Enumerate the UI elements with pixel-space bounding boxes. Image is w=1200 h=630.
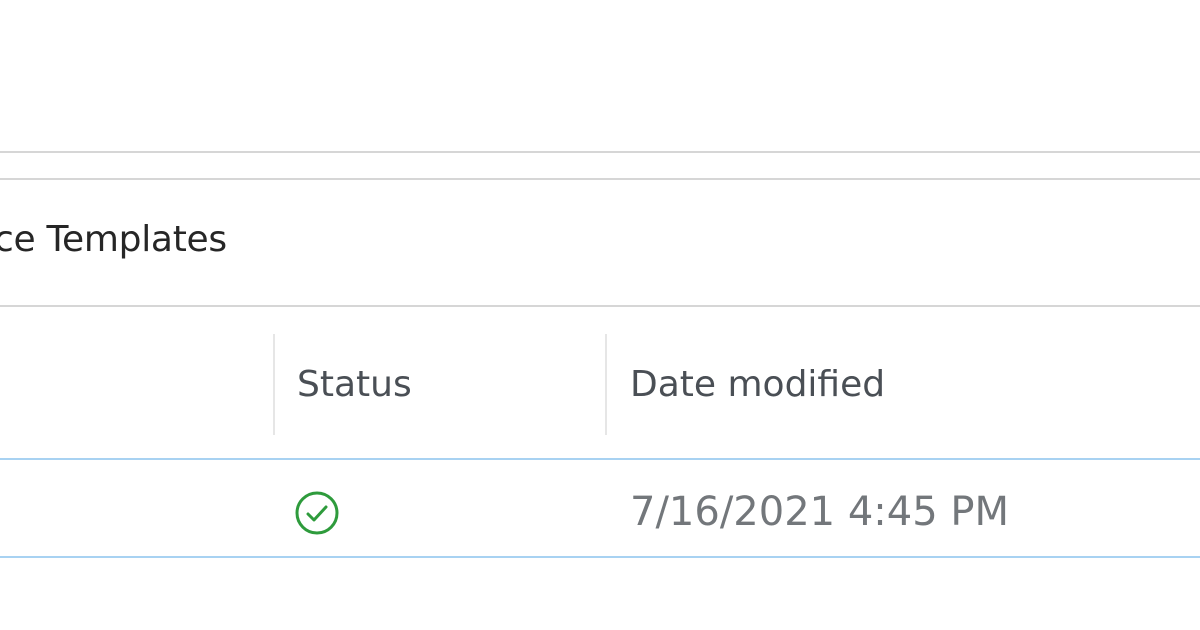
column-header-date-modified[interactable]: Date modified [630,364,885,405]
ribbon-divider [0,151,1200,153]
check-circle-icon [295,491,339,535]
table-row[interactable] [0,460,1200,556]
column-header-status[interactable]: Status [297,364,412,405]
selected-row-bottom-border [0,556,1200,558]
breadcrumb-current-folder[interactable]: ce Templates [0,219,227,260]
top-area [0,0,1200,151]
column-resize-handle-status[interactable] [273,334,275,435]
date-modified-cell: 7/16/2021 4:45 PM [630,489,1009,535]
column-resize-handle-date-modified[interactable] [605,334,607,435]
file-explorer-view: ce Templates Status Date modified 7/16/2… [0,0,1200,630]
address-bar-divider [0,178,1200,180]
header-divider [0,305,1200,307]
